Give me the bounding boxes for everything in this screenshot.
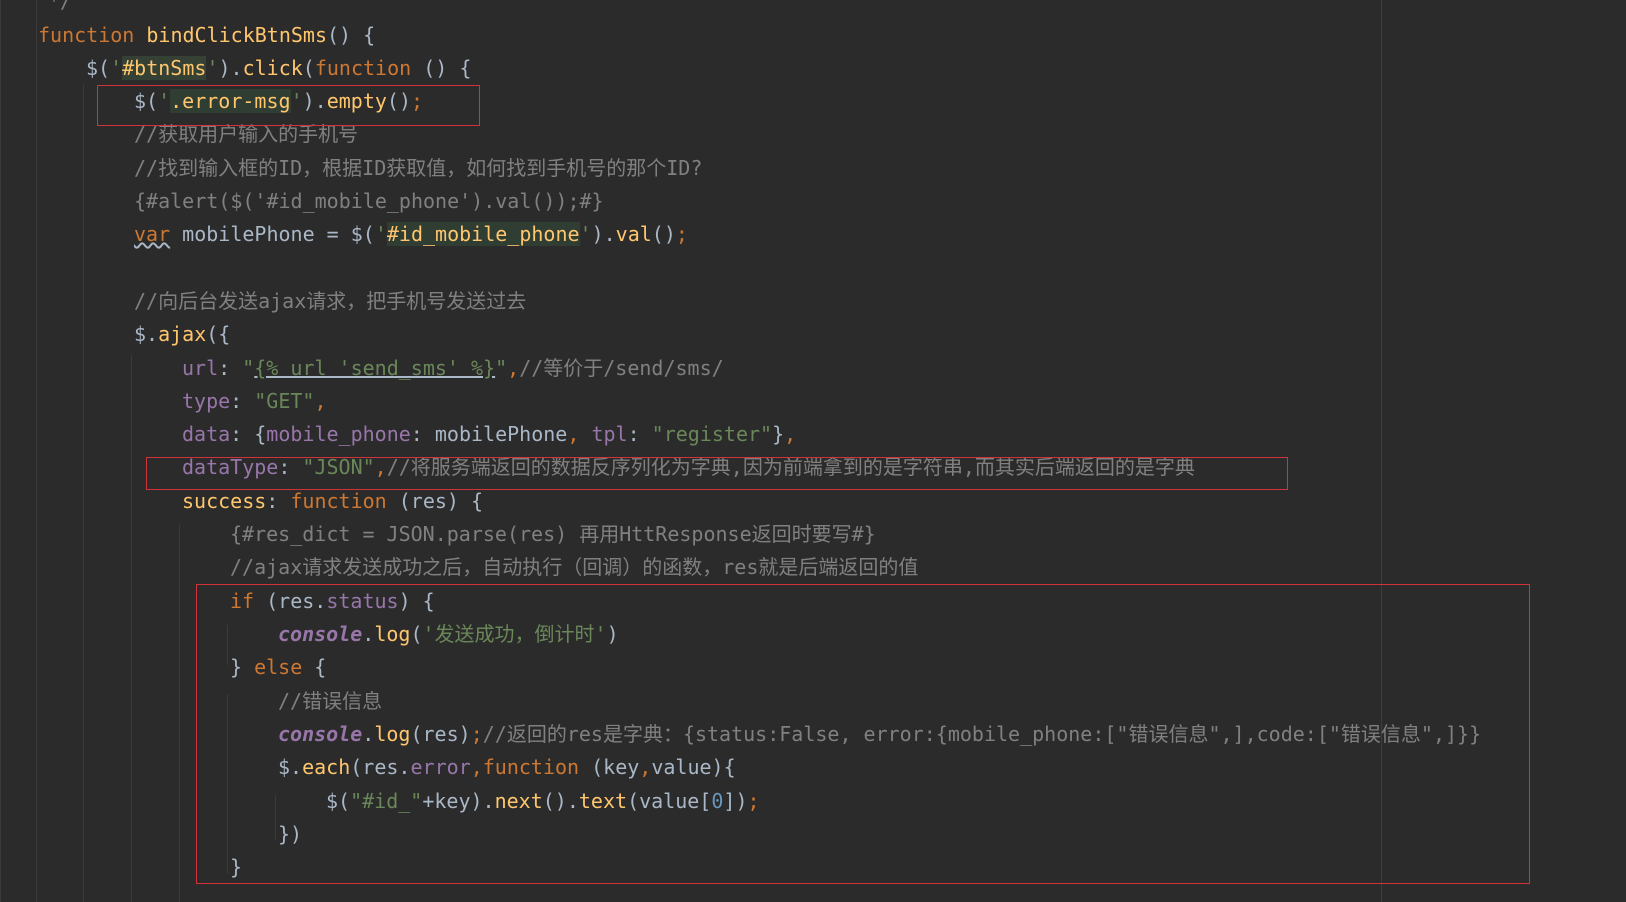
comment: //ajax请求发送成功之后，自动执行（回调）的函数，res就是后端返回的值 [230,555,919,579]
code-line: data: {mobile_phone: mobilePhone, tpl: "… [182,419,796,449]
string-quote: ' [579,222,592,246]
code-line: url: "{% url 'send_sms' %}",//等价于/send/s… [182,353,724,383]
code-text: () { [327,23,376,47]
code-line: //找到输入框的ID，根据ID获取值，如何找到手机号的那个ID? [134,153,702,183]
comment: //向后台发送ajax请求，把手机号发送过去 [134,289,527,313]
code-line: $.ajax({ [134,319,230,349]
code-text: : [218,356,243,380]
code-line: //向后台发送ajax请求，把手机号发送过去 [134,286,526,316]
comma: , [507,356,520,380]
string-value: "GET" [254,389,315,413]
indent-guide [131,355,132,902]
comma: , [567,422,592,446]
template-comment: {#res_dict = JSON.parse(res) 再用HttRespon… [230,522,876,546]
code-line: type: "GET", [182,386,327,416]
code-line: function bindClickBtnSms() { [38,20,375,50]
code-text: } [772,422,785,446]
indent-guide [179,525,180,902]
code-line: //ajax请求发送成功之后，自动执行（回调）的函数，res就是后端返回的值 [230,552,918,582]
object-key: tpl [591,422,628,446]
string-quote: ' [374,222,387,246]
object-key: data [182,422,231,446]
string-quote: ' [110,56,123,80]
method-name: click [242,56,303,80]
comma: , [314,389,327,413]
annotation-box-empty-call [97,85,480,126]
object-key: type [182,389,231,413]
code-editor[interactable]: */ function bindClickBtnSms() { $('#btnS… [0,0,1626,902]
string-quote: ' [206,56,219,80]
annotation-box-if-else [196,584,1530,884]
selector-string: #id_mobile_phone [386,222,580,246]
code-text: : [230,389,255,413]
code-text: : mobilePhone [410,422,568,446]
code-text: $. [134,322,159,346]
django-template-tag: {% url 'send_sms' %} [254,356,496,380]
code-text: ). [591,222,616,246]
comment-end: */ [48,0,73,13]
method-name: ajax [158,322,207,346]
string-quote: " [242,356,255,380]
code-text: : { [230,422,267,446]
code-text: $( [86,56,111,80]
string-value: "register" [651,422,773,446]
code-text: () { [411,56,472,80]
comma: , [784,422,797,446]
code-text: (res) { [386,489,484,513]
code-text: ({ [206,322,231,346]
object-key: mobile_phone [266,422,411,446]
function-name: bindClickBtnSms [146,23,327,47]
left-gutter-border [0,0,1,902]
code-line: var mobilePhone = $('#id_mobile_phone').… [134,219,688,249]
string-quote: " [495,356,508,380]
semicolon: ; [675,222,688,246]
selector-string: #btnSms [122,56,207,80]
keyword: var [134,222,171,246]
object-key: success [182,489,267,513]
indent-guide [36,0,37,902]
comment: //找到输入框的ID，根据ID获取值，如何找到手机号的那个ID? [134,156,703,180]
keyword: function [314,56,412,80]
code-line: $('#btnSms').click(function () { [86,53,471,83]
code-line: */ [48,0,72,16]
comment: //等价于/send/sms/ [519,356,724,380]
code-text: : [627,422,652,446]
code-line: success: function (res) { [182,486,483,516]
object-key: url [182,356,219,380]
code-text: : [266,489,291,513]
keyword: function [38,23,135,47]
keyword: function [290,489,387,513]
method-name: val [615,222,652,246]
annotation-box-datatype [146,457,1288,490]
code-text: ). [218,56,243,80]
template-comment: {#alert($('#id_mobile_phone').val());#} [134,189,604,213]
code-text: ( [302,56,315,80]
code-text: mobilePhone = $( [170,222,375,246]
code-text: () [651,222,676,246]
code-line: {#alert($('#id_mobile_phone').val());#} [134,186,604,216]
indent-guide [83,85,84,902]
code-line: {#res_dict = JSON.parse(res) 再用HttRespon… [230,519,876,549]
